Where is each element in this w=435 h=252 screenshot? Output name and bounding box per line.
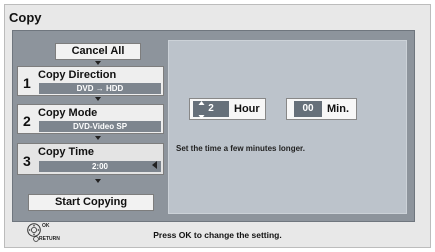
step-number: 1 [23,75,31,91]
down-arrow-icon [95,97,101,101]
step-title: Copy Direction [38,69,117,81]
ok-label: OK [42,223,50,229]
minute-label: Min. [327,103,349,115]
step-value: DVD → HDD [39,83,161,94]
step-copy-mode[interactable]: 2 Copy Mode DVD-Video SP [17,104,164,134]
step-copy-time[interactable]: 3 Copy Time 2:00 [17,143,164,175]
start-copying-button[interactable]: Start Copying [28,194,154,211]
step-title: Copy Time [38,146,95,158]
step-title: Copy Mode [38,107,98,119]
hint-text: Set the time a few minutes longer. [176,144,305,153]
left-arrow-icon [152,161,157,169]
hour-field[interactable]: 2 Hour [189,98,266,120]
time-setting-area [168,40,407,214]
down-arrow-icon [95,179,101,183]
minute-value: 00 [294,101,322,117]
step-number: 3 [23,153,31,169]
step-copy-direction[interactable]: 1 Copy Direction DVD → HDD [17,66,164,96]
step-value: 2:00 [39,161,161,172]
hour-label: Hour [234,103,260,115]
down-arrow-icon [95,136,101,140]
up-down-icon [198,101,205,119]
page-title: Copy [9,10,42,25]
step-value: DVD-Video SP [39,121,161,132]
down-arrow-icon [95,61,101,65]
minute-field[interactable]: 00 Min. [286,98,357,120]
step-number: 2 [23,113,31,129]
cancel-all-button[interactable]: Cancel All [55,43,141,60]
instruction-message: Press OK to change the setting. [153,230,282,240]
